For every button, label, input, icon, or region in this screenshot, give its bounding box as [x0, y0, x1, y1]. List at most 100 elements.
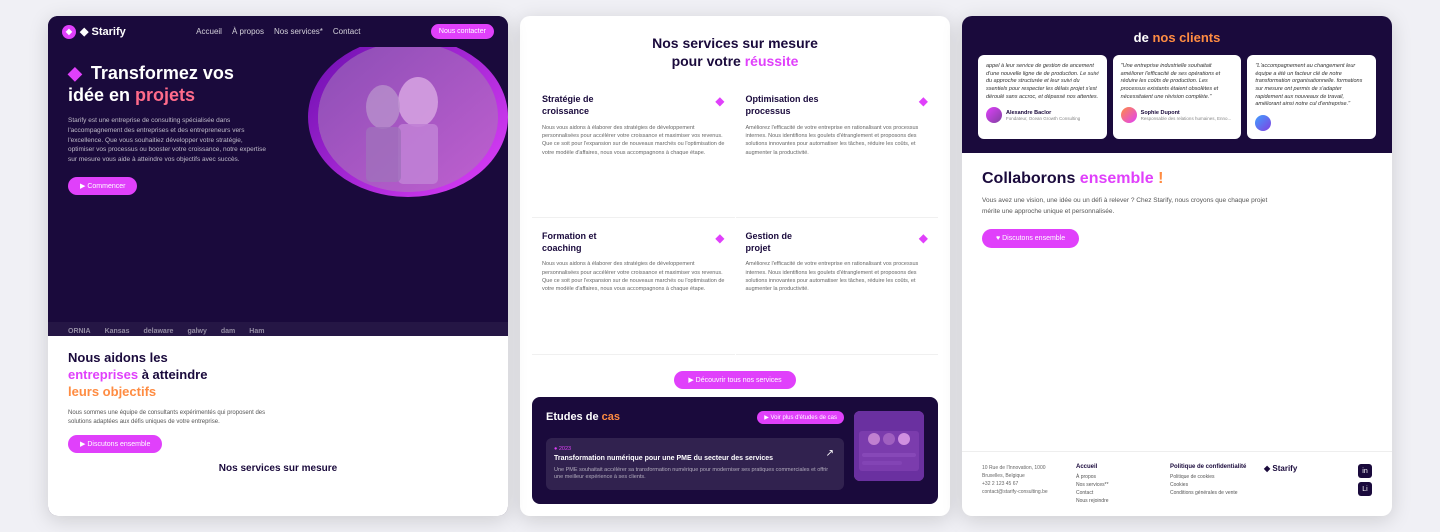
footer-legal-link-3[interactable]: Conditions générales de vente [1170, 490, 1256, 496]
testimonial-card-1: appel à leur service de gestion de ancem… [978, 55, 1107, 139]
studies-case-title: Transformation numérique pour une PME du… [554, 454, 836, 463]
hero-title-line1: Transformez vos [91, 63, 234, 83]
hero-title-highlight: projets [135, 85, 195, 105]
linkedin-icon[interactable]: Li [1358, 482, 1372, 496]
hero-bottom-line1: Nous aidons les [68, 350, 168, 365]
footer-logo-area: ◆ Starify [1264, 464, 1350, 473]
testimonial-author-3 [1255, 115, 1368, 131]
middle-panel: Nos services sur mesure pour votre réuss… [520, 16, 950, 516]
footer-nav-title: Accueil [1076, 464, 1162, 470]
service-card-optimization: Optimisation desprocessus ◆ Améliorez l'… [736, 82, 939, 218]
service-desc-gestion: Améliorez l'efficacité de votre entrepri… [746, 260, 929, 293]
studies-left: Etudes de cas ▶ Voir plus d'études de ca… [546, 411, 844, 490]
testimonial-role-1: Fondateur, Ocean Growth Consulting [1006, 116, 1080, 121]
studies-title-highlight: cas [602, 411, 620, 423]
hero-bottom-section: Nous aidons les entreprises à atteindre … [48, 336, 508, 516]
brand-ornia: ORNIA [68, 328, 91, 335]
service-card-gestion: Gestion deprojet ◆ Améliorez l'efficacit… [736, 219, 939, 355]
right-panel: de nos clients appel à leur service de g… [962, 16, 1392, 516]
footer-legal-link-1[interactable]: Politique de cookies [1170, 474, 1256, 480]
brand-galwy: galwy [187, 328, 206, 335]
footer-address-text: 10 Rue de l'Innovation, 1000 Bruxelles, … [982, 464, 1068, 480]
testimonials-grid: appel à leur service de gestion de ancem… [978, 55, 1376, 139]
hero-description: Starify est une entreprise de consulting… [68, 116, 268, 165]
service-icon-formation: ◆ [715, 231, 724, 245]
service-desc-optimization: Améliorez l'efficacité de votre entrepri… [746, 124, 929, 157]
footer-phone: +32 2 123 45 67 [982, 480, 1068, 488]
studies-title: Etudes de cas [546, 411, 620, 423]
hero-section: ◆ Transformez vos idée en projets Starif… [48, 47, 508, 207]
hero-icon: ◆ [68, 63, 82, 83]
service-card-header-3: Formation etcoaching ◆ [542, 231, 725, 254]
studies-section: Etudes de cas ▶ Voir plus d'études de ca… [532, 397, 938, 504]
discover-services-button[interactable]: ▶ Découvrir tous nos services [674, 371, 795, 389]
studies-case-year: ● 2023 [554, 446, 836, 452]
service-icon-gestion: ◆ [919, 231, 928, 245]
nav-cta-button[interactable]: Nous contacter [431, 24, 494, 39]
testimonial-avatar-3 [1255, 115, 1271, 131]
testimonials-section: de nos clients appel à leur service de g… [962, 16, 1392, 153]
testimonial-role-2: Responsable des relations humaines, Enno… [1141, 116, 1232, 121]
nav-accueil[interactable]: Accueil [196, 27, 222, 36]
collab-section: Collaborons ensemble ! Vous avez une vis… [962, 153, 1392, 451]
service-title-gestion: Gestion deprojet [746, 231, 793, 254]
service-desc-formation: Nous vous aidons à élaborer des stratégi… [542, 260, 725, 293]
footer-nav-link-4[interactable]: Nous rejoindre [1076, 498, 1162, 504]
studies-case-description: Une PME souhaitait accélérer sa transfor… [554, 467, 836, 482]
studies-btn[interactable]: ▶ Voir plus d'études de cas [757, 411, 844, 424]
collab-cta-button[interactable]: ♥ Discutons ensemble [982, 229, 1079, 248]
services-grid: Stratégie decroissance ◆ Nous vous aidon… [520, 82, 950, 354]
hero-bottom-description: Nous sommes une équipe de consultants ex… [68, 409, 288, 427]
footer-logo: ◆ Starify [1264, 464, 1350, 473]
testimonial-card-2: "Une entreprise industrielle souhaitait … [1113, 55, 1242, 139]
testimonials-title-highlight: nos clients [1152, 30, 1220, 45]
nav-contact[interactable]: Contact [333, 27, 361, 36]
studies-arrow-icon: ↗ [826, 448, 834, 459]
brand-delaware: delaware [143, 328, 173, 335]
footer-nav-link-2[interactable]: Nos services** [1076, 482, 1162, 488]
testimonials-title-pre: de [1134, 30, 1149, 45]
testimonial-card-3: "L'accompagnement au changement leur équ… [1247, 55, 1376, 139]
logo[interactable]: ◆ ◆ Starify [62, 25, 126, 39]
instagram-icon[interactable]: in [1358, 464, 1372, 478]
middle-header: Nos services sur mesure pour votre réuss… [520, 16, 950, 82]
hero-bottom-highlight1: entreprises [68, 367, 138, 382]
service-card-strategy: Stratégie decroissance ◆ Nous vous aidon… [532, 82, 735, 218]
hero-title: ◆ Transformez vos idée en projets [68, 63, 488, 106]
footer-nav-link-1[interactable]: À propos [1076, 474, 1162, 480]
collab-title-pre: Collaborons [982, 170, 1075, 187]
nav-services[interactable]: Nos services* [274, 27, 323, 36]
collab-description: Vous avez une vision, une idée ou un déf… [982, 196, 1282, 217]
brand-kansas: Kansas [105, 328, 130, 335]
hero-bottom-title: Nous aidons les entreprises à atteindre … [68, 350, 488, 401]
testimonial-avatar-1 [986, 107, 1002, 123]
logo-icon: ◆ [62, 25, 76, 39]
hero-image [308, 37, 508, 197]
service-title-optimization: Optimisation desprocessus [746, 94, 819, 117]
collab-title-highlight: ensemble [1080, 170, 1154, 187]
collab-title: Collaborons ensemble ! [982, 169, 1372, 188]
studies-case[interactable]: ● 2023 Transformation numérique pour une… [546, 438, 844, 490]
footer-legal-title: Politique de confidentialité [1170, 464, 1256, 470]
footer-address: 10 Rue de l'Innovation, 1000 Bruxelles, … [982, 464, 1068, 496]
testimonials-title: de nos clients [978, 30, 1376, 45]
service-card-header-4: Gestion deprojet ◆ [746, 231, 929, 254]
testimonial-author-2: Sophie Dupont Responsable des relations … [1121, 107, 1234, 123]
service-icon-optimization: ◆ [919, 94, 928, 108]
hero-cta-button[interactable]: ▶ Commencer [68, 177, 137, 195]
footer-nav-link-3[interactable]: Contact [1076, 490, 1162, 496]
testimonial-text-2: "Une entreprise industrielle souhaitait … [1121, 63, 1234, 101]
service-card-header: Stratégie decroissance ◆ [542, 94, 725, 117]
logo-text: ◆ Starify [80, 25, 126, 38]
studies-image [854, 411, 924, 481]
footer-legal-link-2[interactable]: Cookies [1170, 482, 1256, 488]
hero-bottom-cta-button[interactable]: ▶ Discutons ensemble [68, 435, 162, 453]
footer-section: 10 Rue de l'Innovation, 1000 Bruxelles, … [962, 451, 1392, 516]
middle-header-title: Nos services sur mesure pour votre réuss… [540, 34, 930, 70]
footer-email: contact@starify-consulting.be [982, 488, 1068, 496]
nav-bar: ◆ ◆ Starify Accueil À propos Nos service… [48, 16, 508, 47]
service-desc-strategy: Nous vous aidons à élaborer des stratégi… [542, 124, 725, 157]
brand-ham: Ham [249, 328, 264, 335]
nav-apropos[interactable]: À propos [232, 27, 264, 36]
left-panel: ◆ ◆ Starify Accueil À propos Nos service… [48, 16, 508, 516]
